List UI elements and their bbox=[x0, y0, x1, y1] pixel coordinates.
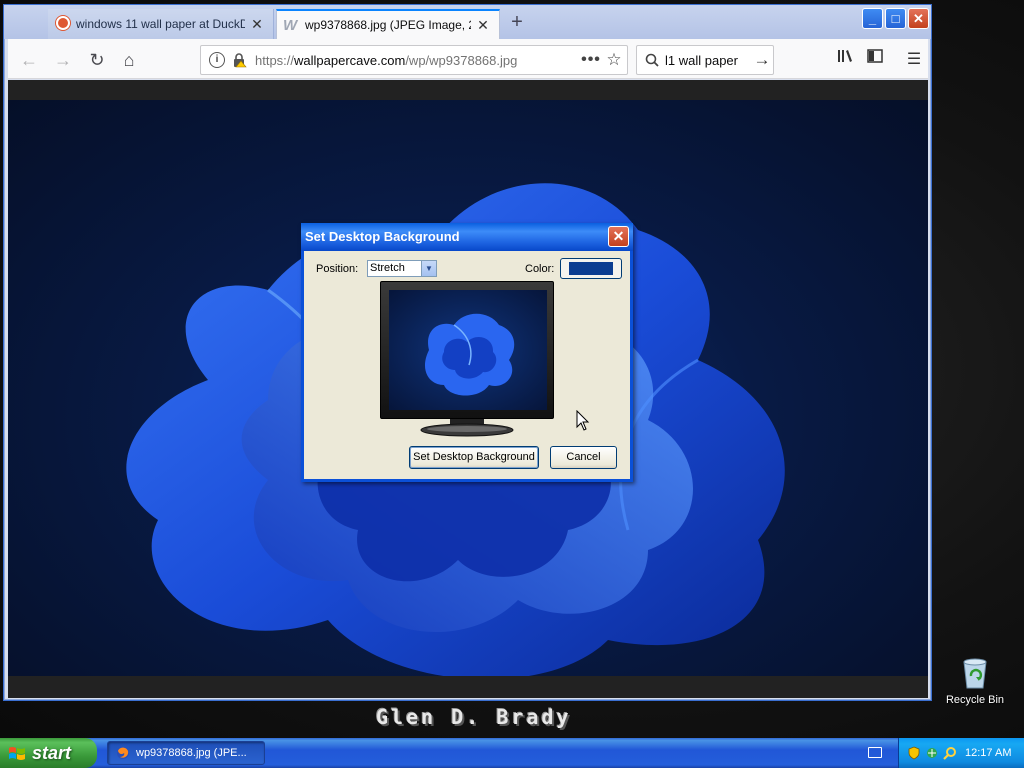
new-tab-button[interactable]: + bbox=[504, 11, 530, 35]
monitor-preview bbox=[380, 281, 556, 439]
taskbar-item-firefox[interactable]: wp9378868.jpg (JPE... bbox=[107, 741, 265, 765]
page-actions-icon[interactable]: ••• bbox=[581, 51, 601, 69]
info-icon[interactable]: i bbox=[209, 52, 225, 68]
search-icon bbox=[645, 53, 659, 67]
search-go-icon[interactable]: → bbox=[751, 50, 773, 70]
mouse-cursor-icon bbox=[576, 410, 590, 431]
recycle-bin-label: Recycle Bin bbox=[945, 694, 1005, 706]
recycle-bin[interactable]: Recycle Bin bbox=[944, 656, 1006, 706]
minimize-button[interactable]: _ bbox=[862, 8, 883, 29]
duckduckgo-icon bbox=[56, 16, 70, 30]
url-text: https://wallpapercave.com/wp/wp9378868.j… bbox=[255, 52, 518, 68]
close-window-button[interactable]: ✕ bbox=[908, 8, 929, 29]
start-label: start bbox=[32, 743, 72, 763]
sidebar-icon[interactable] bbox=[862, 47, 888, 73]
position-label: Position: bbox=[316, 263, 359, 275]
close-tab-icon[interactable]: ✕ bbox=[249, 16, 265, 32]
navigation-toolbar: ← → ↻ ⌂ i https://wallpapercave.com/wp/w… bbox=[8, 39, 928, 79]
network-icon[interactable] bbox=[925, 746, 939, 760]
position-select[interactable]: Stretch ▼ bbox=[367, 260, 437, 277]
wallpapercave-icon: W bbox=[283, 17, 298, 34]
menu-icon[interactable]: ☰ bbox=[901, 47, 927, 73]
position-value: Stretch bbox=[370, 262, 405, 274]
dialog-title: Set Desktop Background bbox=[301, 223, 633, 251]
tab-bar: windows 11 wall paper at DuckDuckGo ✕ W … bbox=[4, 5, 931, 39]
maximize-button[interactable]: □ bbox=[885, 8, 906, 29]
windows-flag-icon bbox=[9, 747, 25, 760]
home-button[interactable]: ⌂ bbox=[116, 47, 142, 73]
cancel-button[interactable]: Cancel bbox=[550, 446, 617, 469]
system-tray: 12:17 AM bbox=[898, 738, 1024, 768]
tab-image[interactable]: W wp9378868.jpg (JPEG Image, 2448 ✕ bbox=[276, 9, 500, 39]
search-tray-icon[interactable] bbox=[943, 746, 957, 760]
tab-title: windows 11 wall paper at DuckDuckGo bbox=[76, 17, 245, 31]
color-swatch bbox=[569, 262, 613, 275]
address-bar[interactable]: i https://wallpapercave.com/wp/wp9378868… bbox=[200, 45, 628, 75]
tab-title: wp9378868.jpg (JPEG Image, 2448 bbox=[305, 18, 471, 32]
monitor-icon bbox=[380, 281, 554, 419]
keyboard-icon[interactable] bbox=[868, 747, 882, 758]
signature-watermark: Glen D. Brady bbox=[376, 705, 572, 729]
forward-button[interactable]: → bbox=[50, 47, 76, 73]
window-controls: _ □ ✕ bbox=[862, 8, 929, 29]
library-icon[interactable] bbox=[832, 47, 858, 73]
tab-duckduckgo[interactable]: windows 11 wall paper at DuckDuckGo ✕ bbox=[48, 9, 274, 39]
set-desktop-background-dialog: Set Desktop Background ✕ Position: Stret… bbox=[301, 223, 633, 482]
firefox-icon bbox=[117, 747, 129, 759]
color-label: Color: bbox=[525, 263, 555, 275]
search-input[interactable]: l1 wall paper bbox=[665, 53, 751, 68]
search-bar[interactable]: l1 wall paper → bbox=[636, 45, 774, 75]
dialog-close-button[interactable]: ✕ bbox=[608, 226, 629, 247]
color-picker-button[interactable] bbox=[560, 258, 622, 279]
chevron-down-icon[interactable]: ▼ bbox=[421, 261, 436, 276]
back-button[interactable]: ← bbox=[16, 47, 42, 73]
taskbar: start wp9378868.jpg (JPE... 12:17 AM bbox=[0, 738, 1024, 768]
recycle-bin-icon bbox=[960, 656, 990, 690]
set-desktop-background-button[interactable]: Set Desktop Background bbox=[409, 446, 539, 469]
task-item-label: wp9378868.jpg (JPE... bbox=[136, 747, 247, 759]
clock: 12:17 AM bbox=[965, 747, 1012, 759]
preview-screen bbox=[389, 290, 547, 410]
reload-button[interactable]: ↻ bbox=[84, 47, 110, 73]
security-shield-icon[interactable] bbox=[907, 746, 921, 760]
lock-warning-icon[interactable] bbox=[231, 52, 247, 68]
bookmark-star-icon[interactable]: ☆ bbox=[601, 50, 627, 70]
monitor-stand bbox=[420, 419, 514, 437]
close-tab-icon[interactable]: ✕ bbox=[475, 17, 491, 33]
start-button[interactable]: start bbox=[0, 738, 97, 768]
